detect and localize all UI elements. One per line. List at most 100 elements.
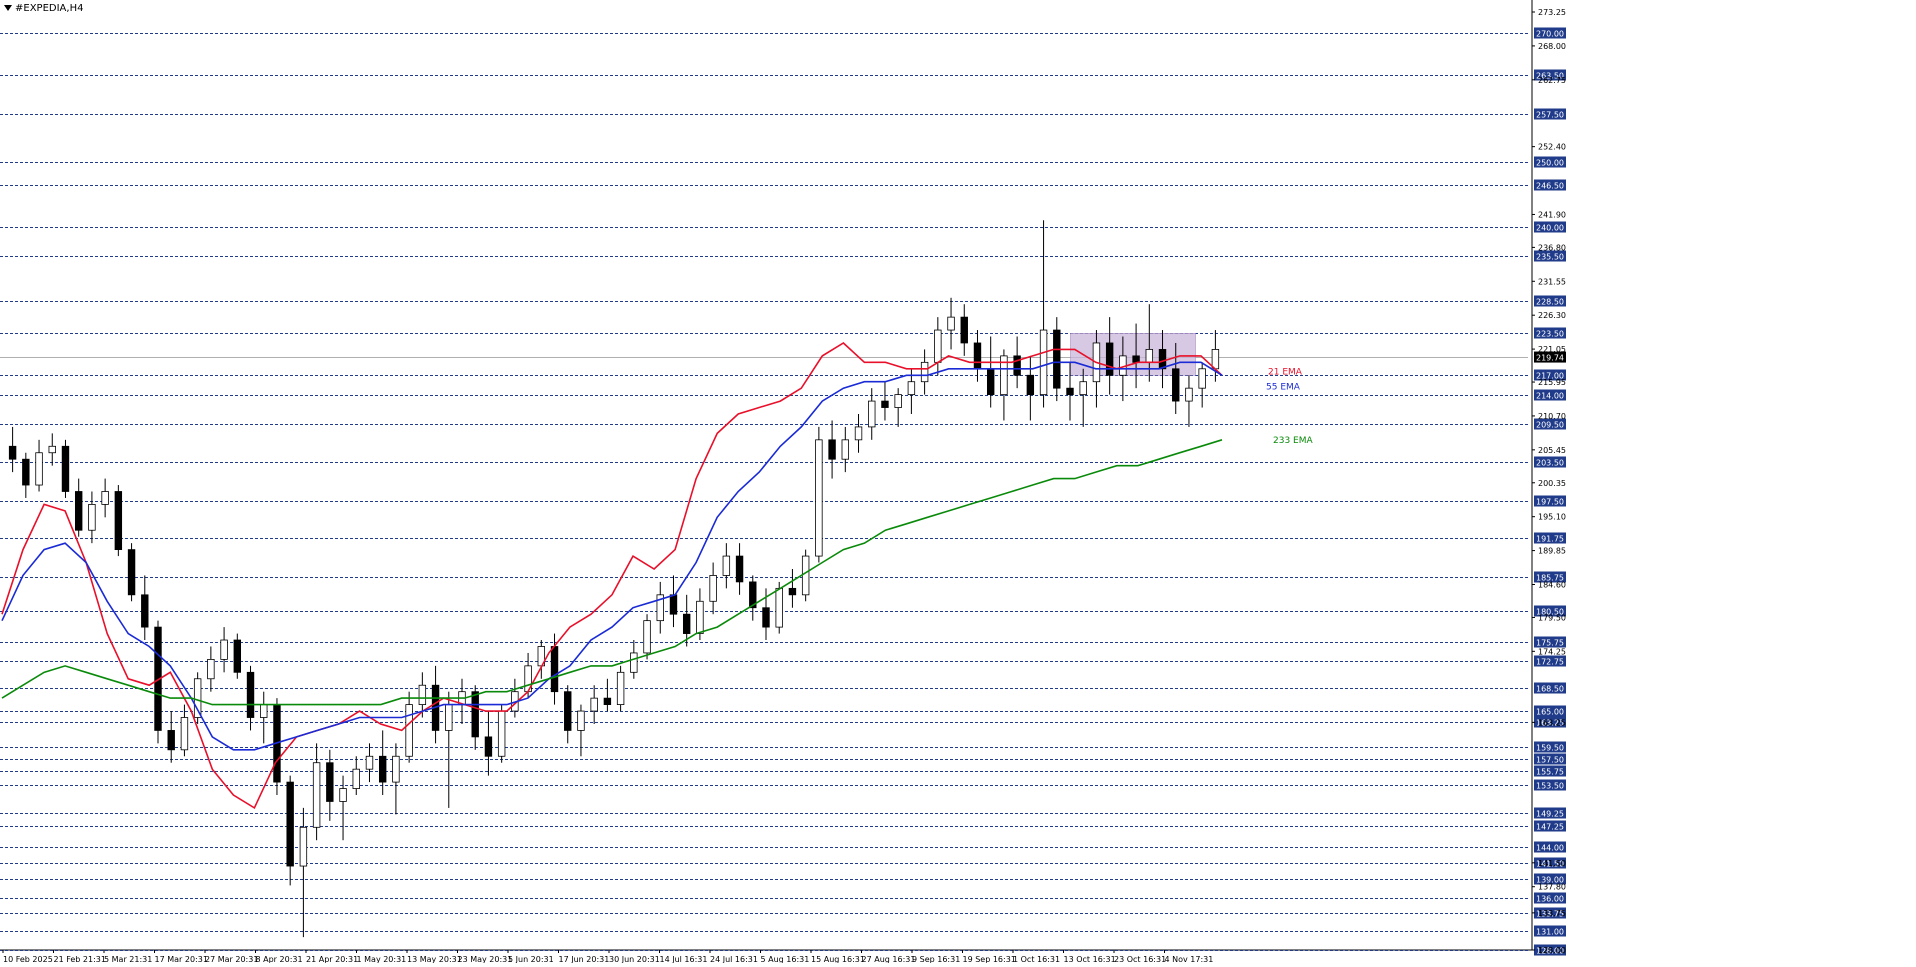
candle-body (788, 587, 797, 596)
candle-body (352, 768, 360, 789)
candle-body (1145, 349, 1154, 363)
candle-body (180, 717, 189, 751)
candle-body (841, 439, 850, 460)
candle-body (616, 671, 625, 706)
candle-body (1079, 381, 1087, 396)
x-tick-label: 5 Aug 16:31 (761, 955, 810, 963)
chart-title-text: #EXPEDIA,H4 (15, 3, 84, 14)
x-tick-label: 5 Jun 20:31 (508, 955, 554, 963)
level-label: 175.75 (1536, 639, 1564, 648)
candle-body (1039, 329, 1048, 396)
candle-body (286, 781, 294, 867)
candle-body (603, 697, 612, 706)
x-tick-label: 27 Mar 20:31 (205, 955, 258, 963)
candle-body (114, 491, 123, 551)
y-tick-label: 262.75 (1538, 76, 1566, 85)
level-label: 153.50 (1536, 782, 1564, 791)
candle-body (669, 594, 678, 615)
candle-body (22, 458, 30, 486)
candle-body (920, 361, 929, 383)
candle-body (815, 439, 823, 557)
level-label: 149.25 (1536, 810, 1564, 819)
candle-body (220, 639, 228, 660)
candle-body (1198, 368, 1206, 389)
candle-body (1026, 374, 1035, 396)
x-tick-label: 10 Feb 2025 (3, 955, 53, 963)
level-label: 131.00 (1536, 928, 1564, 937)
candle-body (1066, 387, 1074, 396)
candle-body (590, 697, 598, 712)
candle-body (365, 755, 374, 770)
y-tick-label: 179.50 (1538, 613, 1566, 622)
level-label: 157.50 (1536, 756, 1564, 765)
chart-plot: 270.00263.50257.50250.00246.50240.00235.… (0, 0, 1566, 964)
candle-body (696, 600, 704, 634)
x-tick-label: 1 May 20:31 (357, 955, 407, 963)
x-tick-label: 4 Nov 17:31 (1165, 955, 1214, 963)
level-label: 228.50 (1536, 298, 1564, 307)
55-ema-line (1, 361, 1223, 751)
candle-body (1132, 355, 1140, 363)
y-tick-label: 252.40 (1538, 143, 1566, 152)
candle-body (167, 730, 175, 751)
candle-body (101, 491, 109, 505)
level-label: 257.50 (1536, 111, 1564, 120)
x-tick-label: 5 Mar 21:31 (104, 955, 152, 963)
x-tick-label: 1 Oct 16:31 (1013, 955, 1060, 963)
level-label: 250.00 (1536, 159, 1564, 168)
y-tick-label: 200.35 (1538, 479, 1566, 488)
candle-body (193, 678, 202, 718)
candle-body (564, 691, 572, 731)
level-label: 203.50 (1536, 459, 1564, 468)
candle-body (801, 555, 810, 596)
candle-body (1158, 349, 1167, 370)
candle-body (312, 762, 321, 828)
x-tick-label: 24 Jul 16:31 (710, 955, 758, 963)
y-tick-label: 137.80 (1538, 883, 1566, 892)
x-tick-label: 17 Jun 20:31 (559, 955, 610, 963)
x-tick-label: 15 Aug 16:31 (811, 955, 865, 963)
y-tick-label: 133.75 (1538, 909, 1566, 918)
candle-body (881, 400, 889, 408)
candle-body (682, 613, 691, 634)
x-tick-label: 17 Mar 20:31 (155, 955, 208, 963)
21-ema-label: 21 EMA (1268, 367, 1303, 377)
candle-body (35, 452, 43, 486)
y-tick-label: 174.25 (1538, 647, 1566, 656)
level-label: 191.75 (1536, 535, 1564, 544)
level-label: 159.50 (1536, 744, 1564, 753)
y-tick-label: 205.45 (1538, 446, 1566, 455)
level-label: 136.00 (1536, 895, 1564, 904)
x-tick-label: 21 Apr 20:31 (306, 955, 358, 963)
y-tick-label: 241.90 (1538, 210, 1566, 219)
candle-body (260, 704, 268, 718)
candle-body (246, 671, 255, 718)
y-tick-label: 189.85 (1538, 547, 1566, 556)
candle-body (378, 755, 387, 783)
candle-body (1172, 368, 1180, 402)
y-tick-label: 236.80 (1538, 243, 1566, 252)
dropdown-triangle-icon[interactable] (4, 5, 12, 11)
candle-body (934, 329, 942, 363)
x-tick-label: 8 Apr 20:31 (256, 955, 303, 963)
y-tick-label: 163.25 (1538, 718, 1566, 727)
level-label: 155.75 (1536, 768, 1564, 777)
candle-body (1053, 329, 1061, 389)
level-label: 172.75 (1536, 658, 1564, 667)
level-label: 270.00 (1536, 30, 1564, 39)
candle-body (1013, 355, 1021, 376)
y-tick-label: 273.25 (1538, 8, 1566, 17)
x-tick-label: 19 Sep 16:31 (963, 955, 1016, 963)
level-label: 197.50 (1536, 498, 1564, 507)
candle-body (418, 684, 427, 706)
y-tick-label: 195.10 (1538, 513, 1566, 522)
candle-body (973, 342, 982, 370)
candle-body (947, 316, 955, 331)
y-tick-label: 141.50 (1538, 859, 1566, 868)
candle-body (61, 445, 70, 492)
candle-body (722, 555, 731, 576)
candle-body (907, 381, 916, 396)
chart[interactable]: #EXPEDIA,H4 270.00 263.50 257.50 250.00 246.… (0, 0, 1916, 964)
level-label: 209.50 (1536, 421, 1564, 430)
candle-body (762, 607, 770, 628)
